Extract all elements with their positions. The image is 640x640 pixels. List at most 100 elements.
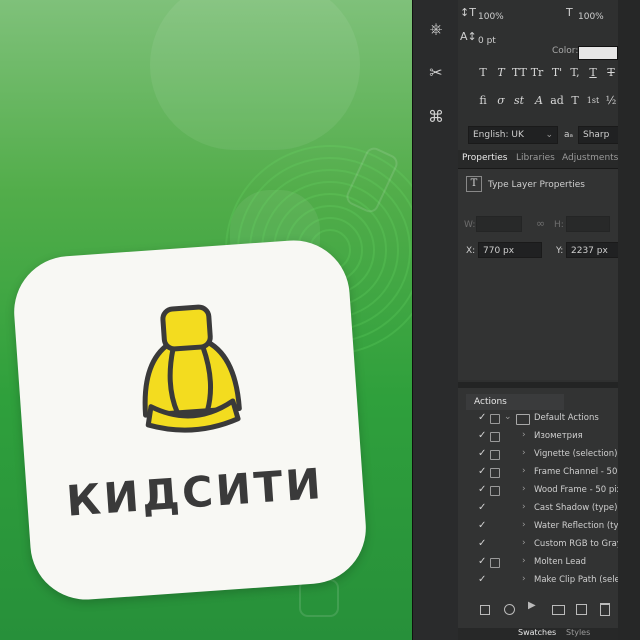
baseline-shift-icon: A↕ bbox=[460, 30, 477, 43]
chevron-right-icon[interactable]: › bbox=[522, 574, 526, 584]
x-value: 770 px bbox=[483, 246, 515, 256]
color-label: Color: bbox=[552, 46, 579, 56]
ligatures-button[interactable]: fi bbox=[476, 94, 490, 108]
superscript-button[interactable]: T' bbox=[550, 66, 564, 80]
stylistic-alt-button[interactable]: A bbox=[532, 94, 546, 108]
folder-icon bbox=[516, 414, 530, 425]
action-row[interactable]: ✓ › Cast Shadow (type) bbox=[466, 500, 622, 518]
type-layer-icon: T bbox=[466, 176, 482, 192]
all-caps-button[interactable]: TT bbox=[512, 66, 527, 80]
swash-button[interactable]: st bbox=[512, 94, 526, 108]
subscript-button[interactable]: T, bbox=[568, 66, 582, 80]
action-row[interactable]: ✓ › Frame Channel - 50 pixel bbox=[466, 464, 640, 482]
dialog-toggle[interactable] bbox=[490, 432, 500, 442]
checkmark-icon[interactable]: ✓ bbox=[478, 484, 486, 495]
y-field[interactable]: 2237 px bbox=[566, 242, 620, 258]
y-label: Y: bbox=[556, 246, 564, 256]
actions-footer: ▶ bbox=[466, 596, 622, 622]
small-caps-button[interactable]: Tr bbox=[530, 66, 544, 80]
color-swatch[interactable] bbox=[578, 46, 618, 60]
new-action-icon[interactable] bbox=[576, 604, 587, 615]
action-row[interactable]: ✓ › Make Clip Path (selection) bbox=[466, 572, 640, 590]
action-name: Изометрия bbox=[534, 431, 583, 441]
tools-strip: ⎈ ✂ ⌘ bbox=[412, 0, 460, 640]
language-select[interactable]: English: UK ⌄ bbox=[468, 126, 558, 144]
record-icon[interactable] bbox=[504, 604, 515, 615]
chevron-down-icon[interactable]: ⌄ bbox=[504, 412, 512, 422]
baseline-shift-value[interactable]: 0 pt bbox=[478, 36, 496, 46]
document-canvas[interactable]: КИДСИТИ bbox=[0, 0, 412, 640]
checkmark-icon[interactable]: ✓ bbox=[478, 538, 486, 549]
ornaments-button[interactable]: T bbox=[568, 94, 582, 108]
chevron-right-icon[interactable]: › bbox=[522, 430, 526, 440]
new-set-icon[interactable] bbox=[552, 605, 565, 615]
action-row[interactable]: ✓ › Изометрия bbox=[466, 428, 622, 446]
action-set-row[interactable]: ✓ ⌄ Default Actions bbox=[466, 410, 622, 428]
scissors-icon[interactable]: ✂ bbox=[423, 60, 449, 86]
checkmark-icon[interactable]: ✓ bbox=[478, 412, 486, 423]
link-icon[interactable]: ∞ bbox=[536, 217, 545, 230]
tab-adjustments[interactable]: Adjustments bbox=[562, 153, 618, 163]
action-row[interactable]: ✓ › Water Reflection (type) bbox=[466, 518, 632, 536]
x-label: X: bbox=[466, 246, 476, 256]
vertical-scale-value[interactable]: 100% bbox=[478, 12, 504, 22]
checkmark-icon[interactable]: ✓ bbox=[478, 466, 486, 477]
action-name: Vignette (selection) bbox=[534, 449, 618, 459]
checkmark-icon[interactable]: ✓ bbox=[478, 448, 486, 459]
path-tool-icon[interactable]: ⌘ bbox=[423, 104, 449, 130]
checkmark-icon[interactable]: ✓ bbox=[478, 430, 486, 441]
panel-scrollbar[interactable] bbox=[618, 0, 640, 640]
play-icon[interactable]: ▶ bbox=[528, 600, 536, 611]
antialias-select[interactable]: Sharp bbox=[578, 126, 620, 144]
chevron-right-icon[interactable]: › bbox=[522, 520, 526, 530]
properties-tab-bar: Properties Libraries Adjustments bbox=[458, 150, 622, 169]
chevron-right-icon[interactable]: › bbox=[522, 502, 526, 512]
chevron-right-icon[interactable]: › bbox=[522, 448, 526, 458]
horizontal-scale-value[interactable]: 100% bbox=[578, 12, 604, 22]
properties-panel bbox=[458, 169, 622, 380]
actions-tab[interactable]: Actions bbox=[466, 394, 564, 410]
underline-button[interactable]: T bbox=[586, 66, 600, 80]
tab-properties[interactable]: Properties bbox=[462, 153, 507, 163]
action-name: Cast Shadow (type) bbox=[534, 503, 618, 513]
stamp-tool-icon[interactable]: ⎈ bbox=[423, 16, 449, 42]
checkmark-icon[interactable]: ✓ bbox=[478, 574, 486, 585]
tab-libraries[interactable]: Libraries bbox=[516, 153, 555, 163]
action-row[interactable]: ✓ › Molten Lead bbox=[466, 554, 622, 572]
dialog-toggle[interactable] bbox=[490, 468, 500, 478]
dialog-toggle[interactable] bbox=[490, 450, 500, 460]
dialog-toggle[interactable] bbox=[490, 558, 500, 568]
chevron-right-icon[interactable]: › bbox=[522, 466, 526, 476]
action-row[interactable]: ✓ › Wood Frame - 50 pixel bbox=[466, 482, 629, 500]
checkmark-icon[interactable]: ✓ bbox=[478, 520, 486, 531]
x-field[interactable]: 770 px bbox=[478, 242, 542, 258]
checkmark-icon[interactable]: ✓ bbox=[478, 556, 486, 567]
fractions-button[interactable]: ½ bbox=[604, 94, 618, 108]
ordinals-button[interactable]: 1st bbox=[586, 94, 600, 108]
horizontal-scale-icon: T bbox=[566, 6, 573, 19]
stop-icon[interactable] bbox=[480, 605, 490, 615]
checkmark-icon[interactable]: ✓ bbox=[478, 502, 486, 513]
app-icon: КИДСИТИ bbox=[10, 236, 370, 604]
dialog-toggle[interactable] bbox=[490, 414, 500, 424]
chevron-right-icon[interactable]: › bbox=[522, 484, 526, 494]
tab-swatches[interactable]: Swatches bbox=[518, 628, 556, 637]
strikethrough-button[interactable]: T bbox=[604, 66, 618, 80]
chevron-down-icon: ⌄ bbox=[545, 130, 553, 140]
width-field[interactable] bbox=[476, 216, 522, 232]
chevron-right-icon[interactable]: › bbox=[522, 556, 526, 566]
chevron-right-icon[interactable]: › bbox=[522, 538, 526, 548]
action-row[interactable]: ✓ › Vignette (selection) bbox=[466, 446, 622, 464]
tab-styles[interactable]: Styles bbox=[566, 628, 590, 637]
faux-italic-button[interactable]: T bbox=[494, 66, 508, 80]
faux-bold-button[interactable]: T bbox=[476, 66, 490, 80]
titling-alt-button[interactable]: ad bbox=[550, 94, 564, 108]
y-value: 2237 px bbox=[571, 246, 608, 256]
antialias-value: Sharp bbox=[583, 130, 610, 140]
dialog-toggle[interactable] bbox=[490, 486, 500, 496]
action-set-name: Default Actions bbox=[534, 413, 599, 423]
old-style-button[interactable]: σ bbox=[494, 94, 508, 108]
height-field[interactable] bbox=[566, 216, 610, 232]
trash-icon[interactable] bbox=[600, 603, 610, 616]
action-row[interactable]: ✓ › Custom RGB to Grayscale bbox=[466, 536, 640, 554]
